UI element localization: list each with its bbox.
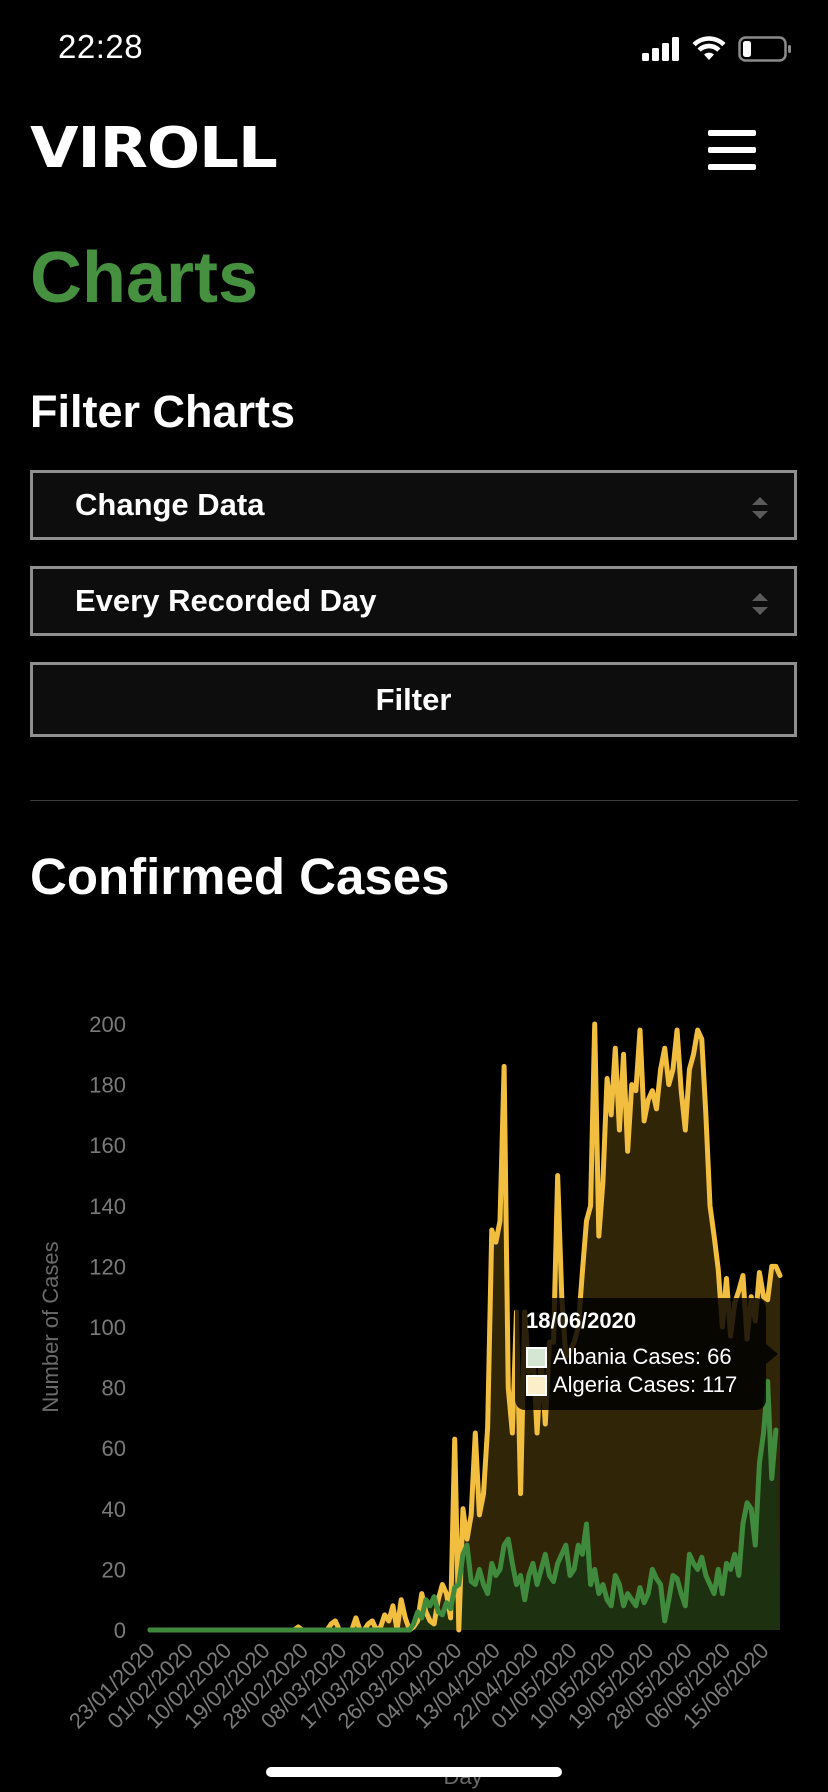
filter-heading: Filter Charts xyxy=(30,386,296,437)
home-indicator xyxy=(266,1767,562,1777)
y-tick-label: 140 xyxy=(89,1194,126,1219)
period-select[interactable]: Every Recorded Day xyxy=(30,566,797,636)
tooltip-row-algeria: Algeria Cases: 117 xyxy=(526,1372,737,1398)
wifi-icon xyxy=(692,36,726,60)
y-tick-label: 120 xyxy=(89,1254,126,1279)
albania-swatch xyxy=(526,1346,547,1368)
tooltip-row-albania: Albania Cases: 66 xyxy=(526,1344,732,1370)
battery-icon xyxy=(738,36,791,62)
select-arrows-icon xyxy=(752,497,768,519)
page-title: Charts xyxy=(30,238,259,318)
site-header: VIROLL xyxy=(30,118,800,188)
logo[interactable]: VIROLL xyxy=(30,118,278,180)
y-tick-label: 180 xyxy=(89,1073,126,1098)
status-time: 22:28 xyxy=(58,28,144,65)
section-title: Confirmed Cases xyxy=(30,848,450,905)
y-tick-label: 80 xyxy=(102,1376,126,1401)
y-tick-label: 20 xyxy=(102,1557,126,1582)
change-data-select-value: Change Data xyxy=(75,487,265,522)
tooltip-algeria-text: Algeria Cases: 117 xyxy=(553,1372,738,1397)
select-arrows-icon xyxy=(752,593,768,615)
filter-button[interactable]: Filter xyxy=(30,662,797,737)
algeria-swatch xyxy=(526,1374,547,1396)
y-tick-label: 160 xyxy=(89,1133,126,1158)
cellular-signal-icon xyxy=(642,37,679,61)
y-axis-label: Number of Cases xyxy=(38,1241,63,1412)
chart-tooltip: 18/06/2020 Albania Cases: 66 Algeria Cas… xyxy=(515,1298,778,1410)
y-tick-label: 60 xyxy=(102,1436,126,1461)
y-tick-label: 200 xyxy=(89,1012,126,1037)
tooltip-albania-text: Albania Cases: 66 xyxy=(553,1344,732,1369)
status-bar: 22:28 xyxy=(0,0,828,100)
y-tick-label: 40 xyxy=(102,1497,126,1522)
menu-icon[interactable] xyxy=(708,130,756,170)
status-icons xyxy=(642,36,792,62)
tooltip-date: 18/06/2020 xyxy=(526,1308,637,1333)
change-data-select[interactable]: Change Data xyxy=(30,470,797,540)
y-tick-label: 100 xyxy=(89,1315,126,1340)
period-select-value: Every Recorded Day xyxy=(75,583,377,618)
y-tick-label: 0 xyxy=(114,1618,126,1643)
divider xyxy=(30,800,798,801)
